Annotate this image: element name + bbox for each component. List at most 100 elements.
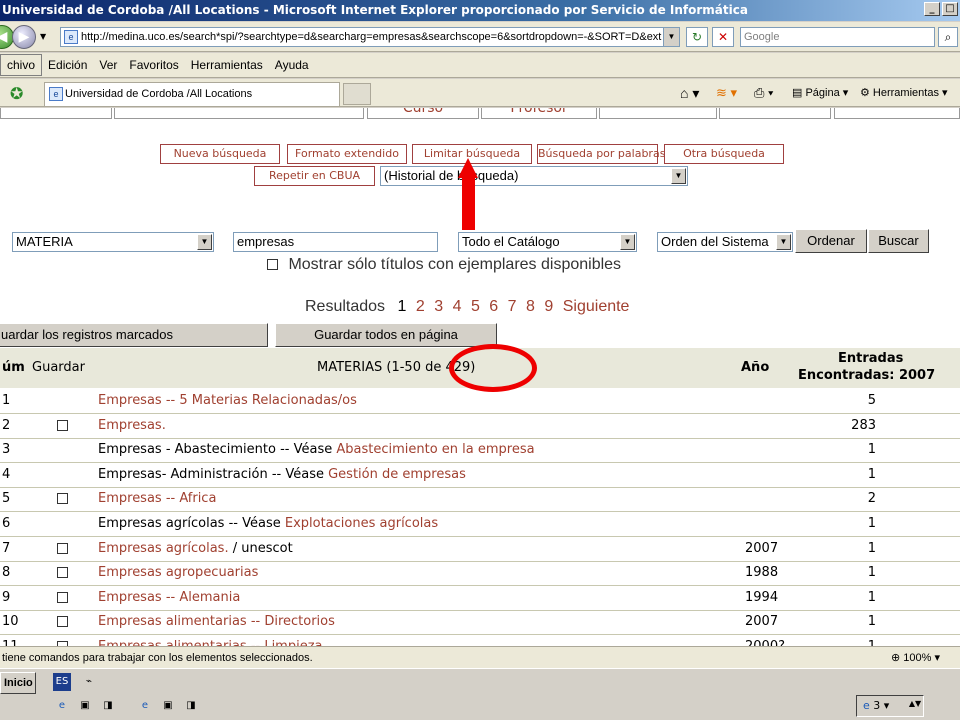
page-link[interactable]: 8: [526, 298, 535, 315]
row-save-checkbox[interactable]: [57, 616, 68, 628]
available-only-checkbox[interactable]: [267, 259, 278, 271]
row-save-checkbox[interactable]: [57, 419, 68, 431]
subject-term[interactable]: Empresas alimentarias -- Directorios: [98, 614, 335, 629]
table-row: 10 Empresas alimentarias -- Directorios 20…: [0, 611, 960, 636]
subject-term[interactable]: Empresas --: [98, 393, 179, 408]
search-button[interactable]: Buscar: [868, 229, 929, 253]
search-icon[interactable]: ⌕: [938, 27, 958, 47]
print-icon[interactable]: ⎙ ▾: [754, 83, 773, 103]
scroll-arrows-icon[interactable]: ▲▼: [906, 695, 924, 713]
table-row: 11 Empresas alimentarias -- Limpieza 2000?…: [0, 636, 960, 646]
page-link[interactable]: 4: [453, 298, 462, 315]
desktop-icon[interactable]: ◨: [99, 697, 117, 715]
row-number: 8: [2, 565, 11, 581]
available-only-label: Mostrar sólo títulos con ejemplares disp…: [288, 256, 622, 273]
tab-current[interactable]: e Universidad de Cordoba /All Locations: [44, 82, 340, 106]
row-save-checkbox[interactable]: [57, 493, 68, 505]
annotation-arrow-shaft: [462, 174, 475, 230]
menu-herramientas[interactable]: Herramientas: [185, 55, 269, 75]
desktop-icon[interactable]: ◨: [182, 697, 200, 715]
keyword-search-button[interactable]: Búsqueda por palabras: [537, 144, 665, 164]
row-count: 1: [867, 565, 876, 581]
feeds-icon[interactable]: ≋ ▾: [716, 83, 737, 103]
row-count: 283: [851, 417, 876, 433]
row-save-checkbox[interactable]: [57, 567, 68, 579]
top-cell: [0, 108, 112, 119]
favorites-star-icon[interactable]: ✪: [10, 84, 23, 103]
page-link[interactable]: 9: [544, 298, 553, 315]
subject-term[interactable]: Empresas.: [98, 418, 166, 433]
subject-term[interactable]: Empresas -- Alemania: [98, 590, 240, 605]
explorer-icon[interactable]: ▣: [159, 697, 177, 715]
history-dropdown-icon[interactable]: ▼: [40, 32, 46, 41]
row-save-checkbox[interactable]: [57, 591, 68, 603]
url-input[interactable]: e http://medina.uco.es/search*spi/?searc…: [60, 27, 680, 47]
refresh-icon[interactable]: ↻: [686, 27, 708, 47]
maximize-icon[interactable]: □: [942, 2, 958, 16]
menu-archivo[interactable]: chivo: [0, 54, 43, 76]
subject-term[interactable]: Empresas agrícolas.: [98, 541, 229, 556]
page-link[interactable]: 2: [416, 298, 425, 315]
explorer-icon[interactable]: ▣: [76, 697, 94, 715]
top-cell-profesor[interactable]: Profesor: [481, 108, 597, 119]
home-icon[interactable]: ⌂ ▾: [680, 83, 699, 103]
page-link[interactable]: 3: [434, 298, 443, 315]
search-history-select[interactable]: (Historial de búsqueda) ▼: [380, 166, 688, 186]
subject-term[interactable]: Empresas agropecuarias: [98, 565, 258, 580]
menu-edicion[interactable]: Edición: [42, 55, 93, 75]
next-page-link[interactable]: Siguiente: [563, 298, 630, 315]
tools-menu-button[interactable]: ⚙ Herramientas ▾: [860, 83, 948, 103]
repeat-cbua-button[interactable]: Repetir en CBUA: [254, 166, 375, 186]
row-count: 1: [867, 614, 876, 630]
row-save-cell: [57, 562, 68, 584]
see-also-link[interactable]: 5 Materias Relacionadas/os: [179, 393, 357, 408]
extended-format-button[interactable]: Formato extendido: [287, 144, 407, 164]
new-search-button[interactable]: Nueva búsqueda: [160, 144, 280, 164]
url-dropdown-icon[interactable]: ▼: [663, 28, 679, 46]
search-field-select[interactable]: MATERIA ▼: [12, 232, 214, 252]
ie-icon[interactable]: e: [53, 697, 71, 715]
subject-term[interactable]: Empresas alimentarias -- Limpieza: [98, 639, 323, 646]
top-cell-curso[interactable]: Curso: [367, 108, 479, 119]
table-row: 5 Empresas -- Africa 2: [0, 488, 960, 513]
page-link[interactable]: 5: [471, 298, 480, 315]
forward-icon[interactable]: ▶: [12, 25, 36, 49]
other-search-button[interactable]: Otra búsqueda: [664, 144, 784, 164]
row-save-checkbox[interactable]: [57, 542, 68, 554]
row-term: Empresas agrícolas. / unescot: [98, 538, 293, 560]
search-input[interactable]: Google: [740, 27, 935, 47]
row-number: 5: [2, 491, 11, 507]
available-only-option[interactable]: Mostrar sólo títulos con ejemplares disp…: [267, 256, 621, 274]
page-link[interactable]: 7: [508, 298, 517, 315]
new-tab-button[interactable]: [343, 83, 371, 105]
see-also-link[interactable]: Explotaciones agrícolas: [285, 516, 438, 531]
url-text: http://medina.uco.es/search*spi/?searcht…: [81, 31, 662, 43]
page-link[interactable]: 6: [489, 298, 498, 315]
subject-term[interactable]: Empresas -- Africa: [98, 491, 216, 506]
table-row: 2 Empresas. 283: [0, 415, 960, 439]
page-menu-button[interactable]: ▤ Página ▾: [792, 83, 848, 103]
menu-ayuda[interactable]: Ayuda: [269, 55, 315, 75]
zoom-control[interactable]: ⊕ 100% ▾: [891, 647, 940, 669]
col-num: úm: [2, 360, 25, 375]
scope-select[interactable]: Todo el Catálogo ▼: [458, 232, 637, 252]
network-icon[interactable]: ⌁: [80, 673, 98, 691]
order-select[interactable]: Orden del Sistema ▼: [657, 232, 793, 252]
order-button[interactable]: Ordenar: [795, 229, 867, 253]
minimize-icon[interactable]: _: [924, 2, 940, 16]
menu-favoritos[interactable]: Favoritos: [123, 55, 184, 75]
see-also-link[interactable]: Gestión de empresas: [328, 467, 466, 482]
save-marked-button[interactable]: uardar los registros marcados: [0, 323, 268, 347]
row-save-cell: [57, 488, 68, 510]
save-all-button[interactable]: Guardar todos en página: [275, 323, 497, 347]
menu-ver[interactable]: Ver: [93, 55, 123, 75]
window-titlebar: Universidad de Cordoba /All Locations - …: [0, 0, 960, 21]
row-year: 2000?: [745, 636, 785, 646]
start-button[interactable]: Inicio: [0, 672, 36, 694]
see-also-link[interactable]: Abastecimiento en la empresa: [336, 442, 534, 457]
ie-icon[interactable]: e: [136, 697, 154, 715]
scope-value: Todo el Catálogo: [462, 234, 560, 249]
stop-icon[interactable]: ✕: [712, 27, 734, 47]
query-input[interactable]: empresas: [233, 232, 438, 252]
language-indicator[interactable]: ES: [53, 673, 71, 691]
